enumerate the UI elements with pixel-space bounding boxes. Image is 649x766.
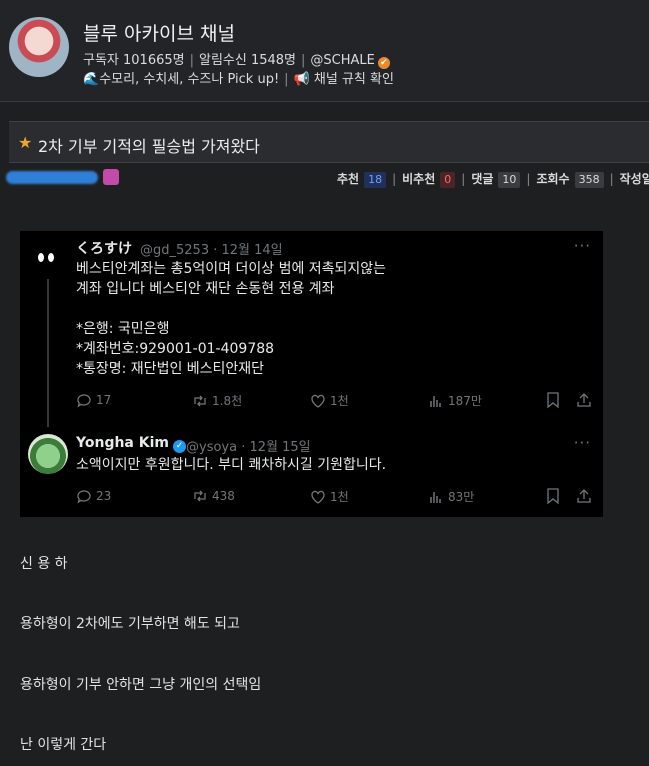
body-text-line: 용하형이 기부 안하면 그냥 개인의 선택임 [20, 677, 262, 693]
tweet-avatar [30, 241, 62, 273]
post-stats: 추천 18 | 비추천 0 | 댓글 10 | 조회수 358 | 작성일 [337, 170, 649, 188]
retweet-count: 1.8천 [212, 394, 243, 408]
verified-badge-icon: ✓ [172, 440, 186, 453]
star-icon: ★ [18, 133, 33, 152]
recommend-count: 18 [364, 172, 387, 188]
tweet-line: 소액이지만 후원합니다. 부디 쾌차하시길 기원합니다. [76, 457, 387, 473]
reply-icon [77, 490, 91, 504]
tweet-screenshot: くろすけ @gd_5253 · 12월 14일 ··· 베스티안계좌는 총5억이… [20, 231, 603, 517]
tweet-text: 베스티안계좌는 총5억이며 더이상 범에 저촉되지않는 계좌 입니다 베스티안 … [76, 259, 576, 379]
share-button [576, 488, 596, 504]
tweet-author-name: くろすけ [76, 241, 132, 257]
channel-handle: @SCHALE [310, 53, 375, 68]
retweet-icon [194, 395, 206, 407]
tweet-line: *계좌번호:929001-01-409788 [76, 341, 275, 357]
bookmark-button [546, 392, 564, 409]
tweet-views-count: 83만 [448, 490, 475, 504]
notification-count: 알림수신 1548명 [199, 53, 297, 68]
unrecommend-label: 비추천 [402, 172, 436, 186]
views-count: 358 [574, 172, 604, 188]
bookmark-icon [547, 392, 559, 409]
bar-chart-icon [430, 492, 441, 503]
tweet-line: 베스티안계좌는 총5억이며 더이상 범에 저촉되지않는 [76, 261, 387, 277]
views-label: 조회수 [536, 172, 570, 186]
retweet-count: 438 [212, 489, 235, 503]
bookmark-icon [547, 488, 559, 505]
channel-links: 🌊수모리, 수치세, 수즈나 Pick up! | 📢 채널 규칙 확인 [83, 72, 394, 87]
share-icon [577, 489, 591, 503]
unrecommend-count: 0 [440, 172, 456, 188]
subscriber-count: 구독자 101665명 [83, 53, 185, 68]
tweet-text: 소액이지만 후원합니다. 부디 쾌차하시길 기원합니다. [76, 455, 576, 475]
heart-icon [311, 490, 325, 504]
reply-icon [77, 394, 91, 408]
tweet-author-handle: @gd_5253 · 12월 14일 [140, 243, 283, 258]
megaphone-icon: 📢 [293, 72, 310, 87]
like-button: 1천 [310, 392, 349, 409]
retweet-icon [194, 490, 206, 502]
rules-link[interactable]: 📢 채널 규칙 확인 [294, 72, 394, 87]
channel-name[interactable]: 블루 아카이브 채널 [83, 19, 235, 46]
comments-count: 10 [498, 172, 521, 188]
rules-link-label: 채널 규칙 확인 [313, 72, 394, 87]
tweet-actions: 17 1.8천 1천 187만 [76, 392, 596, 412]
reply-button: 23 [76, 488, 111, 504]
like-count: 1천 [330, 394, 349, 408]
comments-label: 댓글 [471, 172, 494, 186]
channel-header: 블루 아카이브 채널 구독자 101665명 | 알림수신 1548명 | @SCHAL… [0, 0, 649, 102]
date-label: 작성일 [619, 172, 649, 186]
tweet-line: *통장명: 재단법인 베스티안재단 [76, 361, 265, 377]
post-meta: 추천 18 | 비추천 0 | 댓글 10 | 조회수 358 | 작성일 [0, 166, 649, 190]
channel-stats: 구독자 101665명 | 알림수신 1548명 | @SCHALE ✔ [83, 49, 390, 69]
bar-chart-icon [430, 396, 441, 407]
post-title-bar: ★ 2차 기부 기적의 필승법 가져왔다 [9, 121, 649, 163]
more-options-icon: ··· [573, 237, 591, 255]
more-options-icon: ··· [573, 434, 591, 452]
post-title: 2차 기부 기적의 필승법 가져왔다 [38, 137, 260, 156]
channel-avatar[interactable] [9, 17, 69, 77]
wave-icon: 🌊 [83, 72, 100, 87]
reply-button: 17 [76, 392, 111, 408]
bookmark-button [546, 488, 564, 505]
share-icon [577, 393, 591, 407]
tweet-avatar [28, 434, 68, 474]
recommend-label: 추천 [337, 172, 360, 186]
like-count: 1천 [330, 490, 349, 504]
tweet-author-handle: @ysoya · 12월 15일 [186, 440, 311, 455]
reply-count: 23 [96, 489, 112, 503]
pickup-link-label: 수모리, 수치세, 수즈나 Pick up! [99, 72, 280, 87]
tweet-views-count: 187만 [448, 394, 482, 408]
like-button: 1천 [310, 488, 349, 505]
body-text-line: 용하형이 2차에도 기부하면 해도 되고 [20, 616, 240, 632]
thread-line [47, 279, 49, 427]
tweet-author-name: Yongha Kim ✓ [76, 435, 186, 453]
body-text-line: 난 이렇게 간다 [20, 737, 107, 753]
body-text-line: 신 용 하 [20, 556, 68, 572]
author-name-redacted[interactable] [6, 171, 98, 184]
reply-count: 17 [96, 393, 112, 407]
share-button [576, 392, 596, 408]
views-stat: 187만 [428, 392, 482, 409]
views-stat: 83만 [428, 488, 474, 505]
tweet-line: 계좌 입니다 베스티안 재단 손동현 전용 계좌 [76, 281, 335, 297]
retweet-button: 438 [192, 488, 235, 504]
tweet-line: *은행: 국민은행 [76, 321, 170, 337]
tweet-actions: 23 438 1천 83만 [76, 488, 596, 508]
pickup-link[interactable]: 🌊수모리, 수치세, 수즈나 Pick up! [83, 72, 279, 87]
tweet-line [76, 299, 576, 319]
heart-icon [311, 394, 325, 408]
author-badge-icon [103, 169, 119, 185]
retweet-button: 1.8천 [192, 392, 242, 409]
